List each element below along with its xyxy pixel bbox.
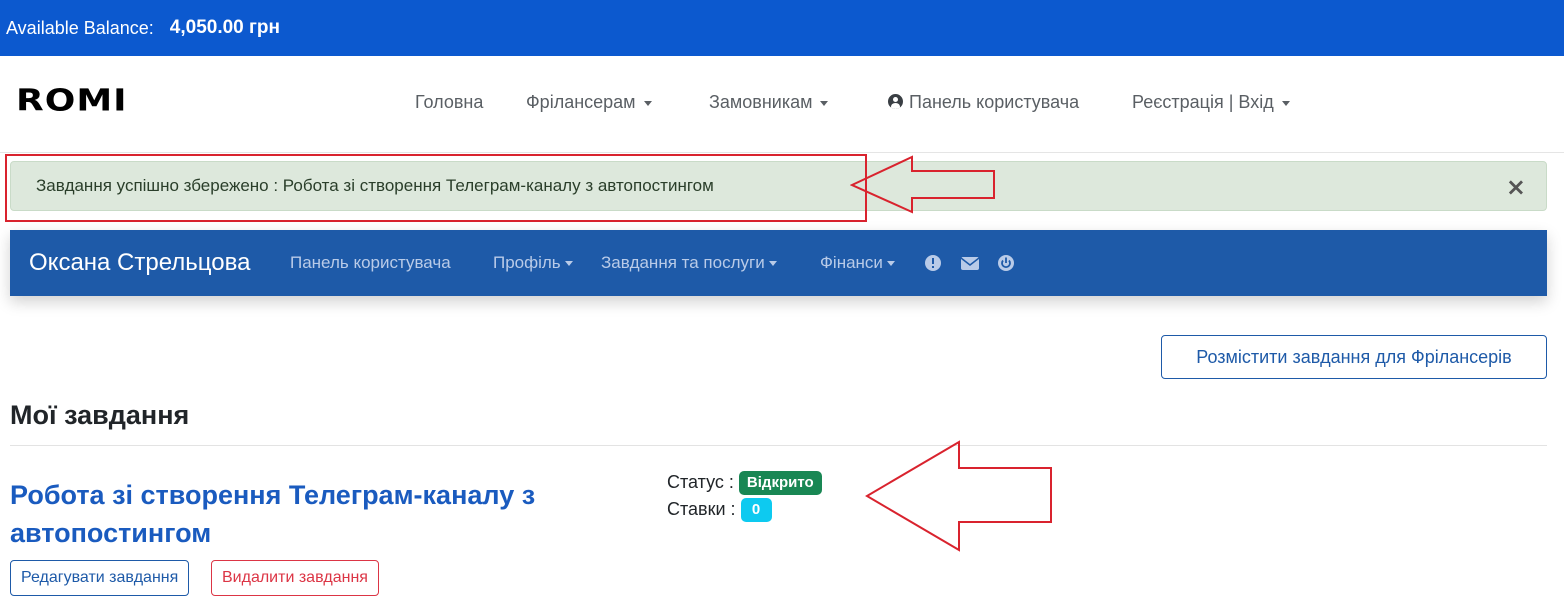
caret-down-icon [820, 100, 829, 106]
bids-label: Ставки : [667, 499, 736, 519]
caret-down-icon [564, 261, 573, 267]
alert-circle-icon[interactable] [924, 254, 942, 272]
user-navbar: Оксана Стрельцова Панель користувача Про… [10, 230, 1547, 296]
delete-task-button[interactable]: Видалити завдання [211, 560, 379, 596]
main-navbar: ROMI Головна Фрілансерам Замовникам Пане… [0, 56, 1564, 153]
caret-down-icon [1281, 100, 1290, 106]
nav-home[interactable]: Головна [415, 92, 483, 113]
task-bids-row: Ставки : 0 [667, 496, 822, 523]
power-icon[interactable] [997, 254, 1015, 272]
task-title-link[interactable]: Робота зі створення Телеграм-каналу з ав… [10, 476, 630, 552]
nav-freelancers-dropdown[interactable]: Фрілансерам [526, 92, 652, 113]
post-task-button[interactable]: Розмістити завдання для Фрілансерів [1161, 335, 1547, 379]
close-icon[interactable]: × [1506, 173, 1526, 201]
caret-down-icon [886, 261, 895, 267]
task-status-row: Статус : Відкрито [667, 469, 822, 496]
balance-amount: 4,050.00 грн [169, 17, 281, 38]
user-nav-tasks-label: Завдання та послуги [601, 253, 765, 272]
main-nav-links: Головна Фрілансерам Замовникам Панель ко… [0, 56, 1564, 153]
annotation-arrow-left [850, 155, 995, 214]
nav-clients-label: Замовникам [709, 92, 813, 112]
task-meta: Статус : Відкрито Ставки : 0 [667, 469, 822, 523]
user-nav-finance-dropdown[interactable]: Фінанси [820, 253, 895, 273]
status-badge: Відкрито [738, 471, 822, 495]
user-nav-finance-label: Фінанси [820, 253, 883, 272]
nav-auth-dropdown[interactable]: Реєстрація | Вхід [1132, 92, 1290, 113]
envelope-icon[interactable] [960, 254, 980, 272]
annotation-highlight-box [5, 154, 867, 222]
balance-label: Available Balance: [6, 17, 154, 38]
user-circle-icon [888, 94, 903, 109]
user-name[interactable]: Оксана Стрельцова [29, 249, 250, 277]
user-nav-panel[interactable]: Панель користувача [290, 253, 451, 273]
divider [10, 445, 1547, 446]
edit-task-button[interactable]: Редагувати завдання [10, 560, 190, 596]
nav-user-panel-label: Панель користувача [909, 92, 1080, 112]
bids-badge: 0 [740, 498, 772, 522]
balance-bar: Available Balance: 4,050.00 грн [0, 0, 1564, 56]
caret-down-icon [643, 100, 652, 106]
nav-user-panel[interactable]: Панель користувача [888, 92, 1079, 113]
nav-clients-dropdown[interactable]: Замовникам [709, 92, 829, 113]
caret-down-icon [768, 261, 777, 267]
nav-auth-label: Реєстрація | Вхід [1132, 92, 1274, 112]
status-label: Статус : [667, 472, 734, 492]
annotation-arrow-left [865, 440, 1052, 552]
user-nav-tasks-dropdown[interactable]: Завдання та послуги [601, 253, 777, 273]
page-title: Мої завдання [10, 400, 190, 430]
nav-freelancers-label: Фрілансерам [526, 92, 636, 112]
user-nav-profile-label: Профіль [493, 253, 561, 272]
user-nav-profile-dropdown[interactable]: Профіль [493, 253, 573, 273]
